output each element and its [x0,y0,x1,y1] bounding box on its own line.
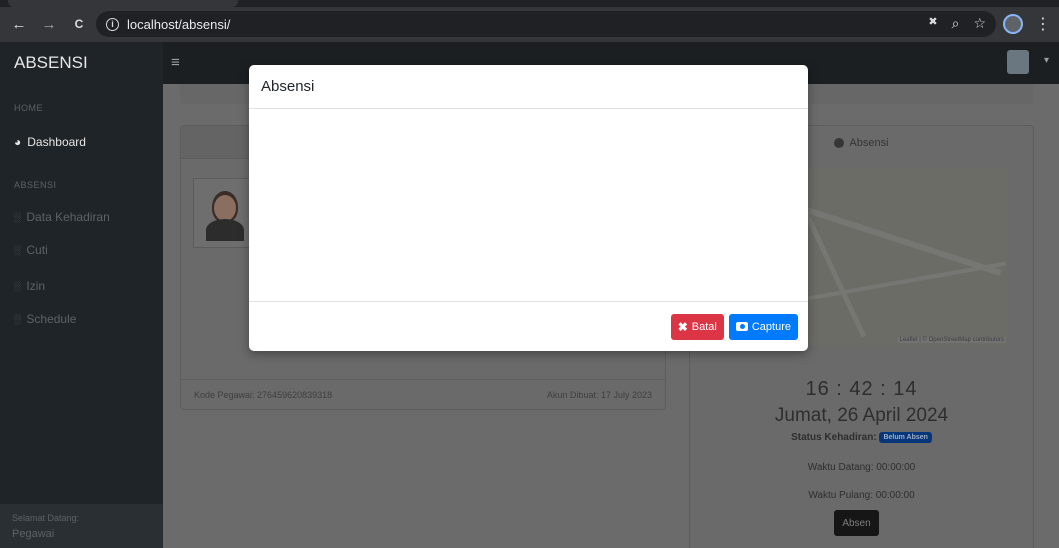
bookmark-star-icon[interactable]: ☆ [973,15,986,32]
waktu-datang: Waktu Datang: 00:00:00 [807,462,916,473]
sidebar-item-label: Schedule [26,312,77,326]
browser-tabstrip [0,0,1059,7]
chart-icon: ░ [14,212,21,222]
sidebar-item-cuti[interactable]: ░ Cuti [14,243,48,257]
clock-date: Jumat, 26 April 2024 [774,405,949,426]
sidebar-item-label: Data Kehadiran [26,210,110,224]
absen-button[interactable]: Absen [834,510,879,536]
address-bar[interactable]: i localhost/absensi/ ✖ ⌕ ☆ [96,11,996,37]
modal-title: Absensi [261,78,315,95]
avatar-face [214,195,236,221]
sidebar-item-dashboard[interactable]: ◕ Dashboard [14,135,86,149]
kode-pegawai: Kode Pegawai: 276459620839318 [194,389,333,400]
screen: ← → C i localhost/absensi/ ✖ ⌕ ☆ ⋮ ABSEN… [0,0,1059,548]
sidebar-item-data-kehadiran[interactable]: ░ Data Kehadiran [14,210,110,224]
brand-logo[interactable]: ABSENSI [0,42,163,84]
absensi-card-title: Absensi [849,136,889,149]
sidebar-item-izin[interactable]: ░ Izin [14,279,45,293]
sidebar-item-schedule[interactable]: ░ Schedule [14,312,76,326]
clock-icon [834,137,845,148]
chart-icon: ░ [14,281,21,291]
chevron-down-icon[interactable]: ▾ [1044,55,1049,66]
browser-toolbar: ← → C i localhost/absensi/ ✖ ⌕ ☆ ⋮ [0,7,1059,42]
sidebar-heading-absensi: ABSENSI [14,180,57,190]
zoom-icon[interactable]: ⌕ [952,15,960,32]
waktu-pulang: Waktu Pulang: 00:00:00 [808,490,915,501]
modal-header: Absensi [249,65,808,109]
status-badge: Belum Absen [879,432,932,443]
forward-arrow-icon[interactable]: → [36,11,62,37]
avatar-body [206,219,244,241]
hamburger-icon[interactable]: ≡ [171,54,180,71]
eye-slash-icon[interactable]: ✖ [928,15,937,32]
batal-button[interactable]: ✖ Batal [670,313,724,340]
profile-card-footer: Kode Pegawai: 276459620839318 Akun Dibua… [181,379,665,409]
chart-icon: ░ [14,245,21,255]
capture-button[interactable]: Capture [728,313,798,340]
sidebar-item-label: Izin [26,279,46,293]
site-info-icon[interactable]: i [106,17,119,31]
batal-label: Batal [691,320,717,333]
akun-dibuat: Akun Dibuat: 17 July 2023 [546,389,652,400]
welcome-user: Pegawai [12,528,55,540]
profile-photo [193,178,255,248]
back-arrow-icon[interactable]: ← [6,11,32,37]
welcome-label: Selamat Datang: [12,513,80,523]
sidebar: HOME ◕ Dashboard ABSENSI ░ Data Kehadira… [0,84,163,548]
browser-tab[interactable] [8,0,238,7]
user-avatar[interactable] [1007,50,1029,74]
reload-icon[interactable]: C [66,11,92,37]
profile-avatar-icon[interactable] [1003,14,1023,34]
sidebar-heading-home: HOME [14,103,43,113]
absensi-modal: Absensi ✖ Batal Capture [249,65,808,351]
browser-menu-icon[interactable]: ⋮ [1035,14,1051,34]
camera-preview [249,109,808,301]
sidebar-item-label: Dashboard [27,135,86,149]
capture-label: Capture [751,320,791,333]
modal-footer: ✖ Batal Capture [249,301,808,351]
status-kehadiran: Status Kehadiran: Belum Absen [690,432,1033,443]
chart-icon: ░ [14,314,21,324]
sidebar-item-label: Cuti [26,243,48,257]
dashboard-icon: ◕ [14,135,22,149]
url-text: localhost/absensi/ [127,16,231,32]
camera-icon [735,322,748,331]
clock-time: 16 : 42 : 14 [805,378,918,400]
close-icon: ✖ [677,319,688,334]
status-label: Status Kehadiran: [791,432,877,444]
sidebar-footer: Selamat Datang: Pegawai [0,504,163,548]
map-attribution[interactable]: Leaflet | © OpenStreetMap contributors [897,337,1006,343]
